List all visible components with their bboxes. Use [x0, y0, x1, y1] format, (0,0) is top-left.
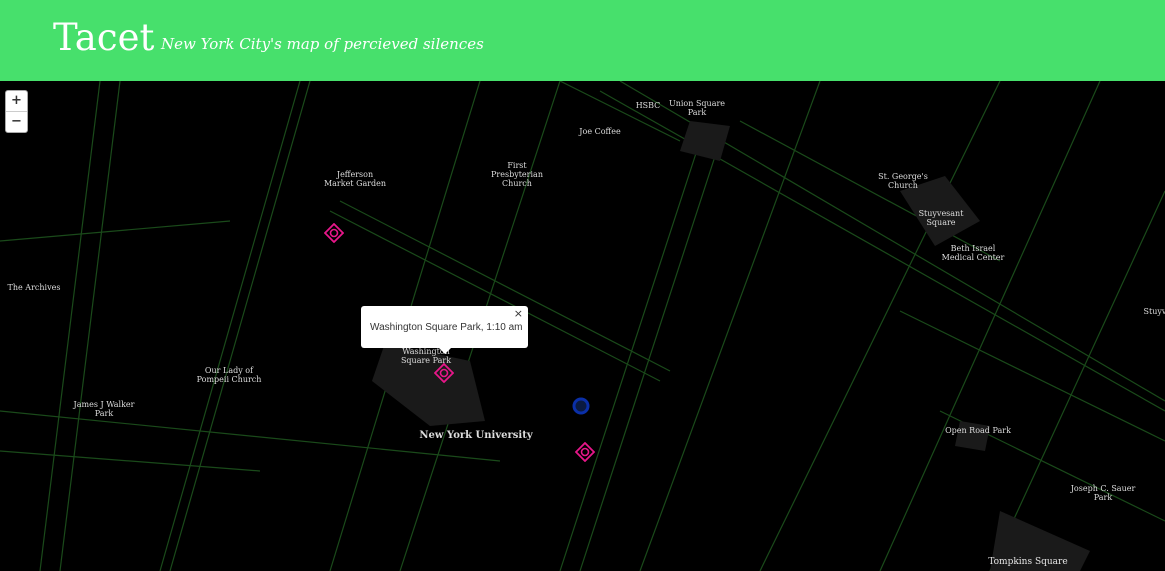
map-label: First Presbyterian Church: [491, 161, 543, 188]
header: Tacet New York City's map of percieved s…: [0, 0, 1165, 81]
map-label: Stuyvesant Square: [918, 209, 964, 227]
map-label: Open Road Park: [945, 426, 1011, 435]
map-label: Tompkins Square: [988, 557, 1068, 567]
map-label: Our Lady of Pompeii Church: [196, 366, 262, 384]
marker-popup: × Washington Square Park, 1:10 am: [361, 306, 528, 354]
map-label: The Archives: [7, 283, 61, 292]
map-label: Joseph C. Sauer Park: [1070, 484, 1136, 502]
popup-close-button[interactable]: ×: [514, 307, 523, 320]
app-title: Tacet: [53, 16, 155, 59]
zoom-control: + −: [5, 90, 28, 133]
popup-tip: [439, 348, 451, 354]
map[interactable]: + − HSBC Union Square Park Joe Coffee Je…: [0, 81, 1165, 571]
silence-marker[interactable]: [324, 223, 344, 243]
map-label: Union Square Park: [668, 99, 726, 117]
zoom-out-button[interactable]: −: [6, 111, 27, 132]
popup-text: Washington Square Park, 1:10 am: [370, 322, 523, 333]
map-label: James J Walker Park: [73, 400, 135, 418]
street-layer: [0, 81, 1165, 571]
current-location-marker: [572, 397, 590, 415]
map-label: Jefferson Market Garden: [323, 170, 387, 188]
silence-marker[interactable]: [434, 363, 454, 383]
map-label: St. George's Church: [878, 172, 928, 190]
app-subtitle: New York City's map of percieved silence…: [161, 35, 484, 53]
zoom-in-button[interactable]: +: [6, 91, 27, 111]
silence-marker[interactable]: [575, 442, 595, 462]
map-label: New York University: [419, 430, 533, 441]
map-label: HSBC: [635, 101, 661, 110]
map-label: Stuyv: [1143, 307, 1165, 316]
map-label: Joe Coffee: [579, 127, 621, 136]
map-label: Beth Israel Medical Center: [941, 244, 1005, 262]
